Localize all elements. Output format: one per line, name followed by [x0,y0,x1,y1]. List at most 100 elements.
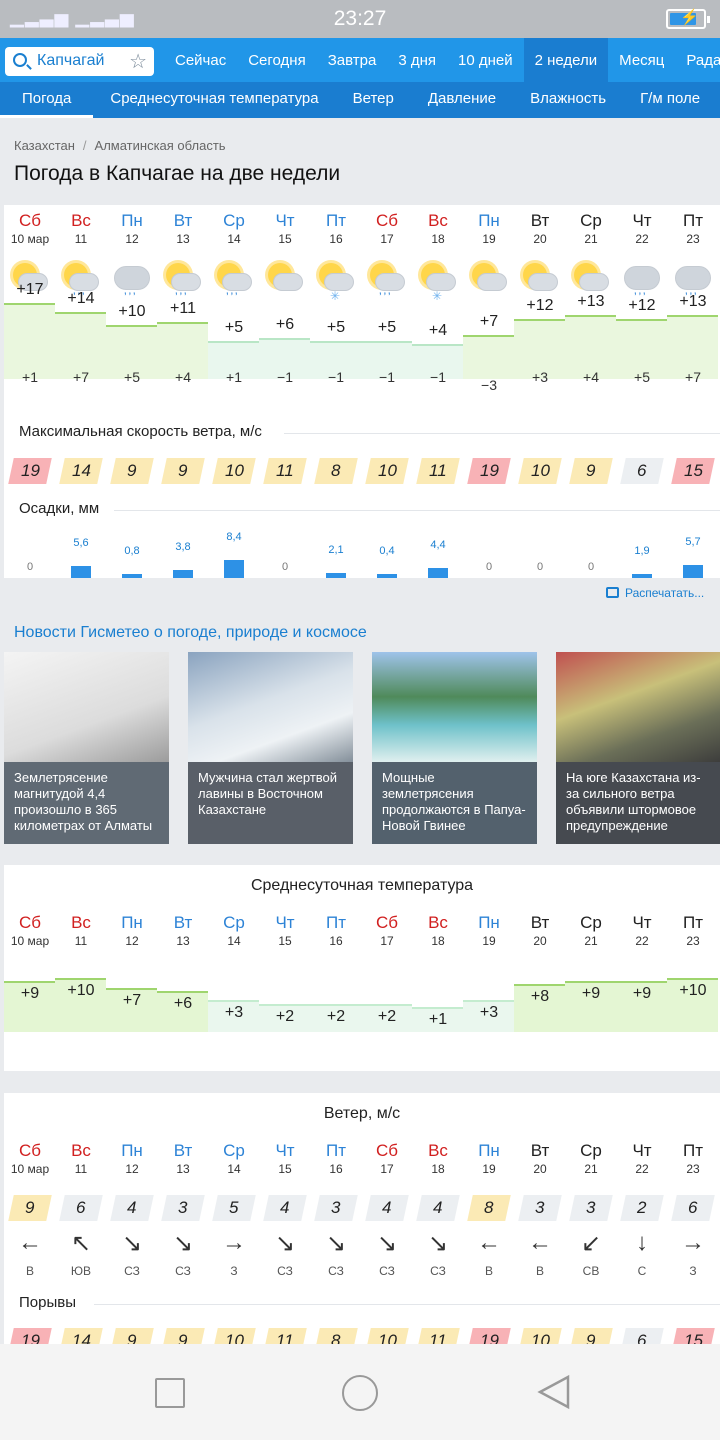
wind-speed-badge: 11 [263,1328,307,1344]
day-column: Пт 23 [667,211,719,247]
day-name: Пт [682,211,703,230]
breadcrumb-country[interactable]: Казахстан [14,138,75,153]
precip-value: 5,6 [73,536,89,549]
home-button[interactable] [342,1375,378,1411]
print-link[interactable]: Распечатать... [606,586,704,600]
wind-value: 9 [127,1331,137,1344]
news-caption[interactable]: Землетрясение магнитудой 4,4 произошло в… [4,762,169,844]
partly-cloudy-icon [265,260,305,304]
wind-speed-badge: 10 [518,1328,562,1344]
precip-value: 0 [485,561,493,573]
precip-bar [326,573,346,578]
temp-min: +4 [583,369,599,385]
subtab-2[interactable]: Ветер [336,82,411,118]
temp-min: +5 [124,369,140,385]
tab-0[interactable]: Сейчас [164,38,237,82]
tab-2[interactable]: Завтра [317,38,388,82]
day-date: 14 [227,934,241,948]
subtab-0[interactable]: Погода [0,82,94,118]
temp-min: +7 [73,369,89,385]
tab-6[interactable]: Месяц [608,38,675,82]
news-card[interactable]: Землетрясение магнитудой 4,4 произошло в… [4,652,169,844]
top-navigation: Капчагай ☆ Сейчас Сегодня Завтра 3 дня 10 дн… [0,38,720,82]
wind-speed-badge: 4 [365,1195,409,1221]
precip-value: 5,7 [685,536,701,549]
news-caption[interactable]: Мужчина стал жертвой лавины в Восточном … [188,762,353,844]
news-card[interactable]: На юге Казахстана из-за сильного ветра о… [556,652,720,844]
avg-temp-value: +2 [377,1007,397,1025]
wind-card: Ветер, м/с Сб 10 мар Вс 11 Пн 12 Вт 13 Ср 14 Чт 15 П… [4,1093,720,1344]
wind-speed-badge: 4 [263,1195,307,1221]
day-name: Вс [428,1141,448,1160]
day-column: Вт 20 [514,913,566,949]
day-date: 11 [74,934,88,948]
precip-bar [173,569,193,578]
day-column: Вс 11 [55,211,107,247]
wind-speed-badge: 3 [518,1195,562,1221]
wind-direction-label: С [637,1264,647,1278]
system-navigation-bar [0,1344,720,1440]
forecast-card: Сб 10 мар Вс 11 Пн 12 Вт 13 Ср 14 Чт 15 Пт 16 Сб 17 Вс 18… [4,205,720,578]
tab-5[interactable]: 2 недели [523,38,609,82]
wind-card-title: Ветер, м/с [323,1105,401,1122]
subtab-5[interactable]: Г/м поле [623,82,717,118]
news-caption[interactable]: На юге Казахстана из-за сильного ветра о… [556,762,720,844]
day-column: Пн 19 [463,1141,515,1177]
news-image[interactable] [372,652,537,764]
wind-speed-badge: 6 [671,1195,715,1221]
news-card[interactable]: Мужчина стал жертвой лавины в Восточном … [188,652,353,844]
search-input[interactable]: Капчагай ☆ [5,47,154,76]
day-name: Вс [71,211,91,230]
search-value[interactable]: Капчагай [37,52,104,70]
wind-value: 3 [178,1198,188,1217]
partly-cloudy-snow-icon: ✳ [316,260,356,304]
tab-3[interactable]: 3 дня [387,38,447,82]
day-date: 22 [635,1162,649,1176]
day-name: Сб [18,211,41,230]
tab-1[interactable]: Сегодня [237,38,317,82]
day-date: 22 [635,232,649,246]
day-name: Сб [18,1141,41,1160]
wind-speed-badge: 15 [671,458,715,484]
news-card[interactable]: Мощные землетрясения продолжаются в Папу… [372,652,537,844]
wind-value: 9 [586,461,596,480]
temp-min: −1 [277,369,293,385]
wind-speed-badge: 9 [110,458,154,484]
news-heading[interactable]: Новости Гисметео о погоде, природе и кос… [14,624,367,642]
wind-value: 11 [276,1331,294,1344]
wind-direction-arrow-icon: ↙ [580,1230,602,1257]
tab-7[interactable]: Радар [675,38,720,82]
day-column: Чт 22 [616,913,668,949]
battery-icon: ⚡ [666,9,710,29]
news-caption[interactable]: Мощные землетрясения продолжаются в Папу… [372,762,537,844]
news-image[interactable] [4,652,169,764]
news-image[interactable] [556,652,720,764]
day-name: Чт [275,211,295,230]
wind-direction-arrow-icon: ↘ [427,1230,449,1257]
tab-4[interactable]: 10 дней [447,38,524,82]
day-date: 16 [329,934,343,948]
day-column: Сб 10 мар [4,1141,56,1177]
partly-cloudy-rain-icon: ’’’ [214,260,254,304]
day-date: 18 [431,1162,445,1176]
wind-value: 8 [331,461,341,480]
wind-direction-arrow-icon: ← [18,1229,42,1256]
day-name: Чт [632,1141,652,1160]
subtab-4[interactable]: Влажность [513,82,623,118]
wind-speed-badge: 10 [212,1328,256,1344]
wind-direction-label: ЮВ [70,1264,92,1278]
favorite-star-icon[interactable]: ☆ [129,49,147,74]
subtab-1[interactable]: Среднесуточная температура [93,82,335,118]
recent-apps-button[interactable] [155,1378,185,1408]
precip-value: 0 [536,561,544,573]
day-column: Вт 20 [514,211,566,247]
day-column: Вт 13 [157,211,209,247]
temp-max: +5 [377,319,397,336]
wind-section-title: Максимальная скорость ветра, м/с [19,423,262,440]
breadcrumb-region[interactable]: Алматинская область [95,138,226,153]
subtab-3[interactable]: Давление [411,82,513,118]
wind-value: 5 [229,1198,239,1217]
news-image[interactable] [188,652,353,764]
day-column: Пт 23 [667,913,719,949]
back-button[interactable] [536,1374,572,1410]
